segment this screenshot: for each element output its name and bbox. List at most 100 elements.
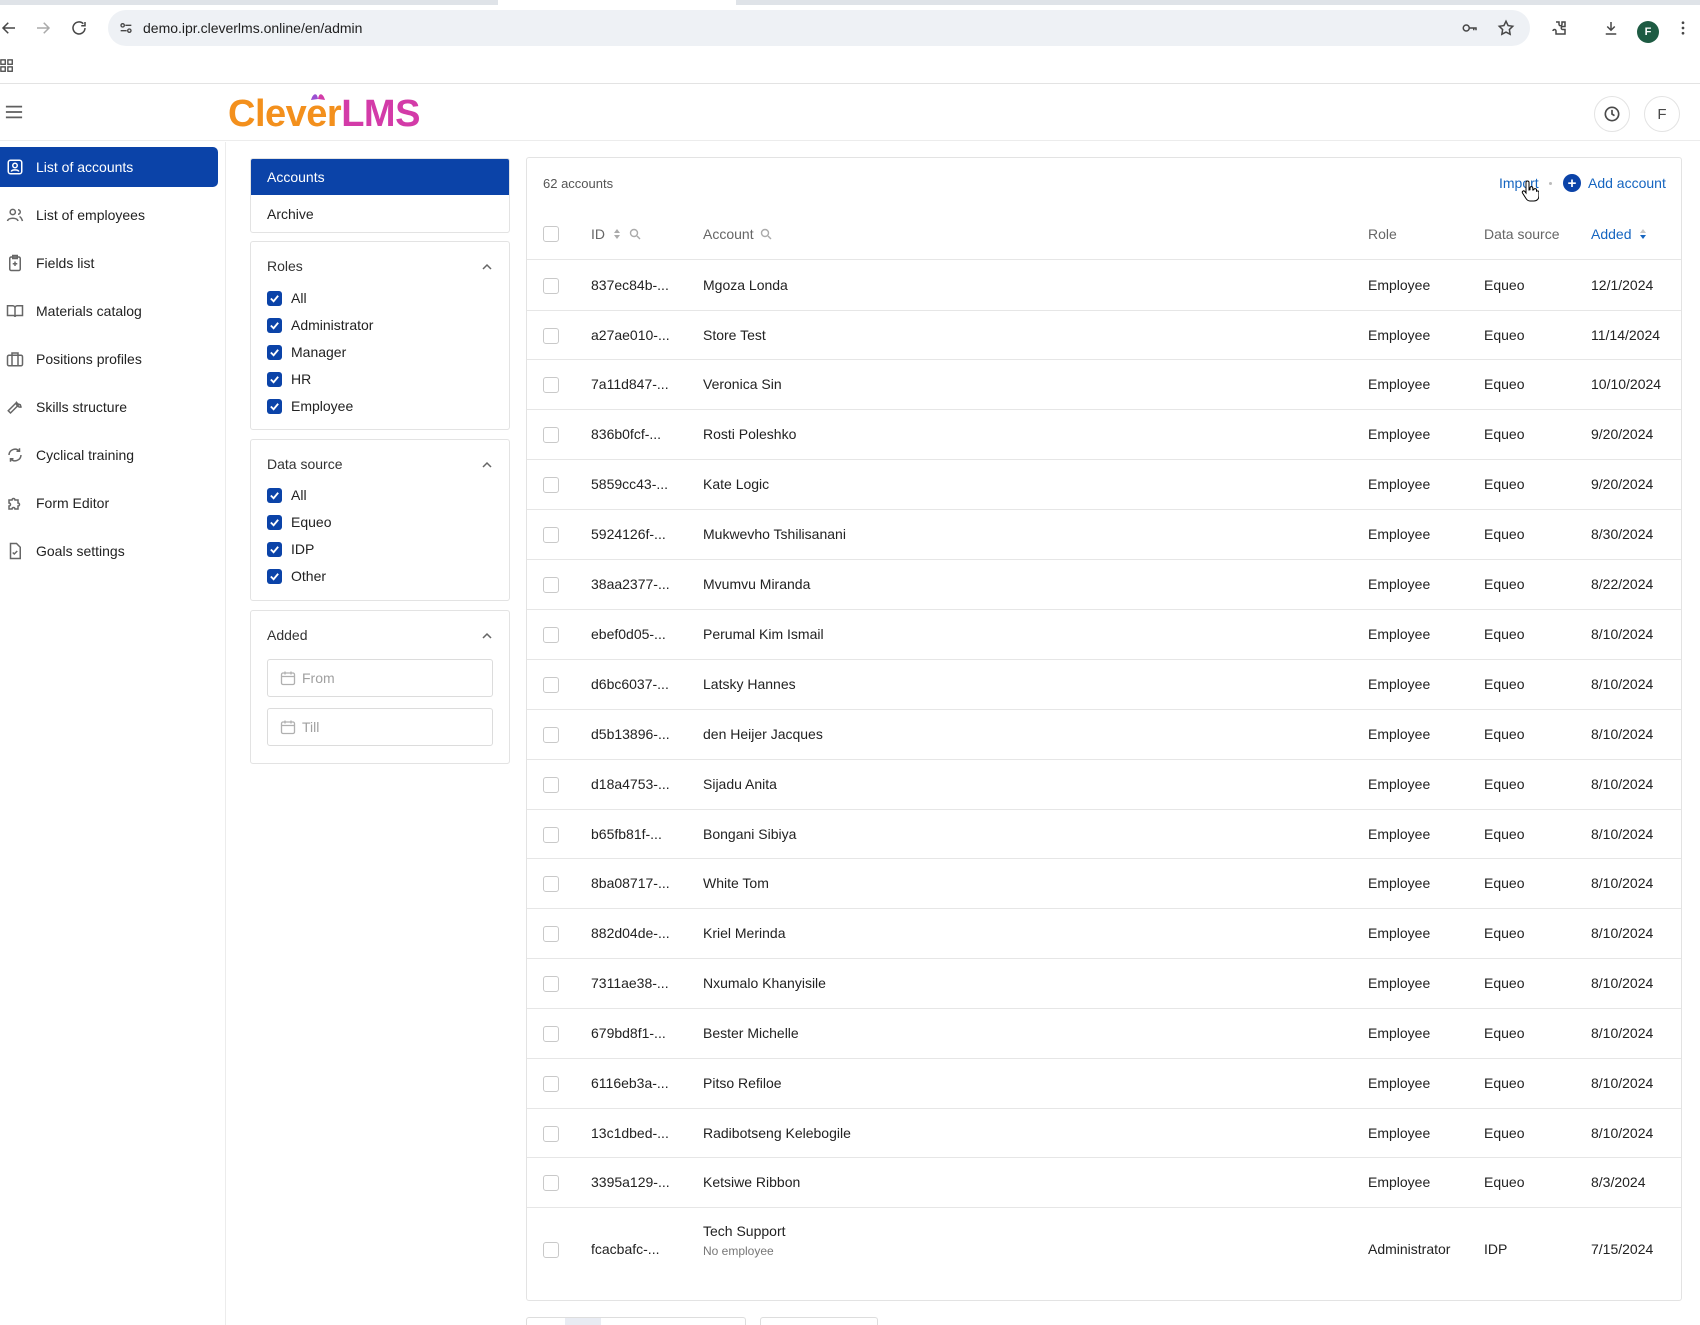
select-all-checkbox[interactable] bbox=[543, 226, 559, 242]
row-checkbox[interactable] bbox=[543, 876, 559, 892]
cell-account[interactable]: Radibotseng Kelebogile bbox=[703, 1125, 851, 1141]
table-row[interactable]: 7a11d847-... Veronica Sin Employee Equeo 10/… bbox=[527, 360, 1681, 410]
role-option-administrator[interactable]: Administrator bbox=[267, 315, 373, 335]
cell-account[interactable]: Mukwevho Tshilisanani bbox=[703, 526, 846, 542]
cell-account[interactable]: Rosti Poleshko bbox=[703, 426, 796, 442]
row-checkbox[interactable] bbox=[543, 577, 559, 593]
date-till-input[interactable]: Till bbox=[267, 708, 493, 746]
cell-account[interactable]: Store Test bbox=[703, 327, 766, 343]
bookmark-star-icon[interactable] bbox=[1496, 18, 1516, 38]
source-option-equeo[interactable]: Equeo bbox=[267, 512, 331, 532]
row-checkbox[interactable] bbox=[543, 1126, 559, 1142]
table-row[interactable]: 6116eb3a-... Pitso Refiloe Employee Equeo 8/… bbox=[527, 1059, 1681, 1109]
add-account-button[interactable]: + Add account bbox=[1563, 174, 1666, 192]
table-row[interactable]: d6bc6037-... Latsky Hannes Employee Equeo 8/… bbox=[527, 660, 1681, 710]
cell-account[interactable]: Pitso Refiloe bbox=[703, 1075, 782, 1091]
checkbox-checked[interactable] bbox=[267, 317, 282, 333]
cell-account[interactable]: Latsky Hannes bbox=[703, 676, 796, 692]
row-checkbox[interactable] bbox=[543, 976, 559, 992]
row-checkbox[interactable] bbox=[543, 527, 559, 543]
role-option-employee[interactable]: Employee bbox=[267, 396, 353, 416]
source-option-idp[interactable]: IDP bbox=[267, 539, 314, 559]
download-icon[interactable] bbox=[1598, 15, 1624, 41]
history-icon[interactable] bbox=[1594, 96, 1630, 132]
sidebar-item-fields-list[interactable]: Fields list bbox=[0, 243, 218, 283]
cell-account[interactable]: Mgoza Londa bbox=[703, 277, 788, 293]
row-checkbox[interactable] bbox=[543, 377, 559, 393]
row-checkbox[interactable] bbox=[543, 1175, 559, 1191]
checkbox-checked[interactable] bbox=[267, 290, 282, 306]
row-checkbox[interactable] bbox=[543, 827, 559, 843]
row-checkbox[interactable] bbox=[543, 677, 559, 693]
row-checkbox[interactable] bbox=[543, 926, 559, 942]
column-header-role[interactable]: Role bbox=[1368, 226, 1397, 242]
url-text[interactable]: demo.ipr.cleverlms.online/en/admin bbox=[143, 20, 362, 36]
role-option-manager[interactable]: Manager bbox=[267, 342, 346, 362]
cell-account[interactable]: Ketsiwe Ribbon bbox=[703, 1174, 800, 1190]
user-avatar[interactable]: F bbox=[1644, 96, 1680, 132]
password-key-icon[interactable] bbox=[1460, 18, 1480, 38]
sidebar-item-list-of-employees[interactable]: List of employees bbox=[0, 195, 218, 235]
row-checkbox[interactable] bbox=[543, 328, 559, 344]
checkbox-checked[interactable] bbox=[267, 487, 282, 503]
sort-icon[interactable] bbox=[611, 228, 623, 240]
search-icon[interactable] bbox=[629, 228, 641, 240]
cell-account[interactable]: Veronica Sin bbox=[703, 376, 782, 392]
table-row[interactable]: 836b0fcf-... Rosti Poleshko Employee Equeo 9… bbox=[527, 410, 1681, 460]
checkbox-checked[interactable] bbox=[267, 541, 282, 557]
cell-account[interactable]: Tech Support bbox=[703, 1223, 786, 1239]
column-header-account[interactable]: Account bbox=[703, 226, 772, 242]
menu-icon[interactable] bbox=[4, 103, 26, 123]
row-checkbox[interactable] bbox=[543, 1242, 559, 1258]
search-icon[interactable] bbox=[760, 228, 772, 240]
table-row[interactable]: 3395a129-... Ketsiwe Ribbon Employee Equeo 8… bbox=[527, 1158, 1681, 1208]
row-checkbox[interactable] bbox=[543, 427, 559, 443]
role-option-hr[interactable]: HR bbox=[267, 369, 311, 389]
apps-grid-icon[interactable] bbox=[0, 59, 16, 75]
table-row[interactable]: 38aa2377-... Mvumvu Miranda Employee Equeo 8… bbox=[527, 560, 1681, 610]
checkbox-checked[interactable] bbox=[267, 568, 282, 584]
column-header-id[interactable]: ID bbox=[591, 226, 641, 242]
table-row[interactable]: d5b13896-... den Heijer Jacques Employee Eq… bbox=[527, 710, 1681, 760]
sidebar-item-cyclical-training[interactable]: Cyclical training bbox=[0, 435, 218, 475]
tab-archive[interactable]: Archive bbox=[251, 196, 509, 232]
app-logo[interactable]: CleverLMS bbox=[228, 93, 420, 136]
extensions-icon[interactable] bbox=[1546, 15, 1572, 41]
table-row[interactable]: 837ec84b-... Mgoza Londa Employee Equeo 12/1… bbox=[527, 261, 1681, 311]
tab-accounts[interactable]: Accounts bbox=[251, 159, 509, 195]
page-size-select[interactable] bbox=[760, 1317, 878, 1325]
role-option-all[interactable]: All bbox=[267, 288, 307, 308]
table-row[interactable]: 679bd8f1-... Bester Michelle Employee Equeo… bbox=[527, 1009, 1681, 1059]
column-header-data-source[interactable]: Data source bbox=[1484, 226, 1559, 242]
table-row[interactable]: a27ae010-... Store Test Employee Equeo 11/14… bbox=[527, 311, 1681, 360]
table-row[interactable]: b65fb81f-... Bongani Sibiya Employee Equeo 8… bbox=[527, 810, 1681, 859]
table-row[interactable]: d18a4753-... Sijadu Anita Employee Equeo 8/1… bbox=[527, 760, 1681, 810]
row-checkbox[interactable] bbox=[543, 1026, 559, 1042]
sidebar-item-skills-structure[interactable]: Skills structure bbox=[0, 387, 218, 427]
sidebar-item-list-of-accounts[interactable]: List of accounts bbox=[0, 147, 218, 187]
date-from-input[interactable]: From bbox=[267, 659, 493, 697]
column-header-added[interactable]: Added bbox=[1591, 226, 1649, 242]
table-row[interactable]: 13c1dbed-... Radibotseng Kelebogile Employ… bbox=[527, 1109, 1681, 1158]
sort-desc-icon[interactable] bbox=[1637, 228, 1649, 240]
chevron-up-icon[interactable] bbox=[481, 261, 493, 273]
cell-account[interactable]: Bester Michelle bbox=[703, 1025, 799, 1041]
checkbox-checked[interactable] bbox=[267, 398, 282, 414]
table-row[interactable]: 882d04de-... Kriel Merinda Employee Equeo 8/… bbox=[527, 909, 1681, 959]
cell-account[interactable]: Kriel Merinda bbox=[703, 925, 785, 941]
cell-account[interactable]: den Heijer Jacques bbox=[703, 726, 823, 742]
table-row[interactable]: ebef0d05-... Perumal Kim Ismail Employee Eq… bbox=[527, 610, 1681, 660]
row-checkbox[interactable] bbox=[543, 727, 559, 743]
table-row[interactable]: 5924126f-... Mukwevho Tshilisanani Employe… bbox=[527, 510, 1681, 560]
address-bar[interactable]: demo.ipr.cleverlms.online/en/admin bbox=[108, 10, 1530, 46]
row-checkbox[interactable] bbox=[543, 627, 559, 643]
row-checkbox[interactable] bbox=[543, 777, 559, 793]
cell-account[interactable]: Perumal Kim Ismail bbox=[703, 626, 824, 642]
row-checkbox[interactable] bbox=[543, 477, 559, 493]
pagination[interactable] bbox=[526, 1317, 746, 1325]
table-row[interactable]: 7311ae38-... Nxumalo Khanyisile Employee Eq… bbox=[527, 959, 1681, 1009]
source-option-other[interactable]: Other bbox=[267, 566, 326, 586]
browser-profile-avatar[interactable]: F bbox=[1637, 21, 1659, 43]
sidebar-item-form-editor[interactable]: Form Editor bbox=[0, 483, 218, 523]
table-row[interactable]: 5859cc43-... Kate Logic Employee Equeo 9/20/… bbox=[527, 460, 1681, 510]
